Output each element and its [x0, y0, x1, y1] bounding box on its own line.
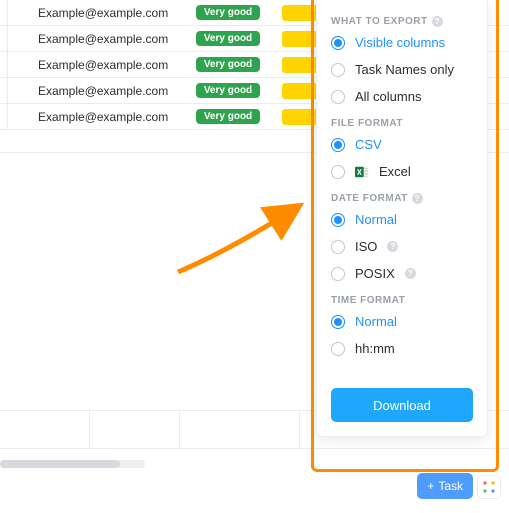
- plus-icon: +: [427, 479, 434, 493]
- radio-icon: [331, 240, 345, 254]
- email-cell: Example@example.com: [8, 84, 178, 98]
- apps-grid-button[interactable]: [477, 475, 501, 499]
- grid-icon: [482, 480, 496, 494]
- option-date-normal[interactable]: Normal: [331, 212, 473, 227]
- option-all-columns[interactable]: All columns: [331, 89, 473, 104]
- radio-icon: [331, 315, 345, 329]
- status-badge: Very good: [196, 31, 260, 46]
- excel-icon: [355, 165, 369, 179]
- status-badge: Very good: [196, 109, 260, 124]
- help-icon[interactable]: ?: [387, 241, 398, 252]
- email-cell: Example@example.com: [8, 32, 178, 46]
- radio-icon: [331, 63, 345, 77]
- radio-icon: [331, 213, 345, 227]
- new-task-button[interactable]: + Task: [417, 473, 473, 499]
- section-date-format: DATE FORMAT ?: [331, 193, 473, 204]
- radio-icon: [331, 138, 345, 152]
- help-icon[interactable]: ?: [412, 193, 423, 204]
- option-excel[interactable]: Excel: [331, 164, 473, 179]
- option-time-hhmm[interactable]: hh:mm: [331, 341, 473, 356]
- status-badge: Very good: [196, 83, 260, 98]
- option-date-iso[interactable]: ISO ?: [331, 239, 473, 254]
- help-icon[interactable]: ?: [405, 268, 416, 279]
- section-time-format: TIME FORMAT: [331, 295, 473, 306]
- download-button[interactable]: Download: [331, 388, 473, 422]
- option-time-normal[interactable]: Normal: [331, 314, 473, 329]
- status-badge: Very good: [196, 5, 260, 20]
- radio-icon: [331, 342, 345, 356]
- section-file-format: FILE FORMAT: [331, 118, 473, 129]
- email-cell: Example@example.com: [8, 6, 178, 20]
- scrollbar-thumb[interactable]: [0, 460, 120, 468]
- email-cell: Example@example.com: [8, 110, 178, 124]
- horizontal-scrollbar[interactable]: [0, 460, 145, 468]
- help-icon[interactable]: ?: [432, 16, 443, 27]
- email-cell: Example@example.com: [8, 58, 178, 72]
- export-panel: WHAT TO EXPORT ? Visible columns Task Na…: [316, 0, 488, 437]
- option-date-posix[interactable]: POSIX ?: [331, 266, 473, 281]
- option-csv[interactable]: CSV: [331, 137, 473, 152]
- section-what-to-export: WHAT TO EXPORT ?: [331, 16, 473, 27]
- status-badge: Very good: [196, 57, 260, 72]
- option-task-names-only[interactable]: Task Names only: [331, 62, 473, 77]
- radio-icon: [331, 267, 345, 281]
- radio-icon: [331, 90, 345, 104]
- radio-icon: [331, 165, 345, 179]
- option-visible-columns[interactable]: Visible columns: [331, 35, 473, 50]
- radio-icon: [331, 36, 345, 50]
